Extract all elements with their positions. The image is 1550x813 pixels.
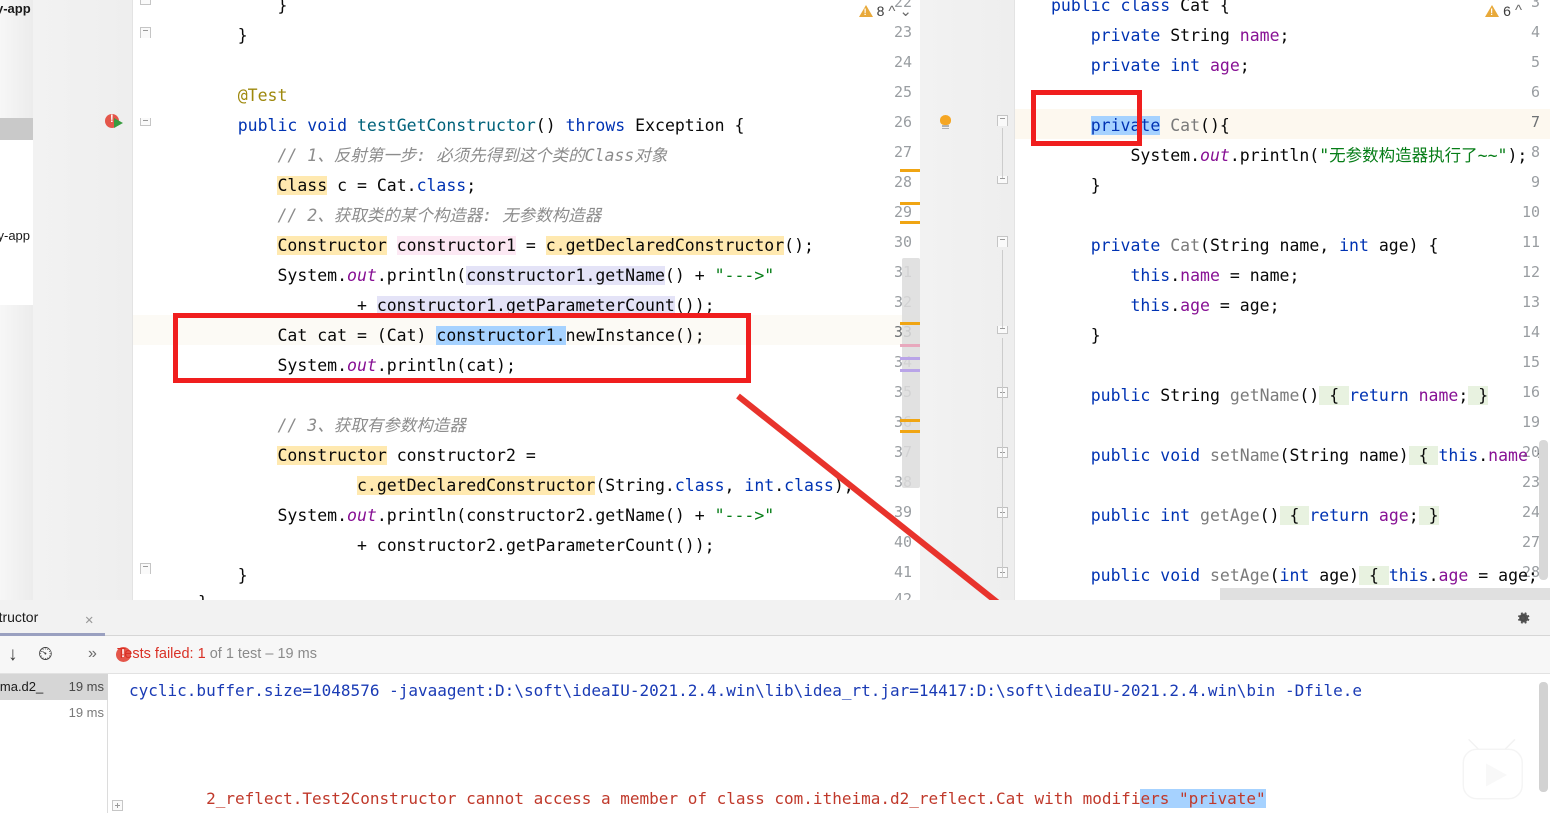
editor-cat-java[interactable]: 3 4 5 6 7 8 9 10 11 12 13 14 15 16 19 20… <box>920 0 1550 600</box>
console-fold-marker[interactable] <box>112 800 123 811</box>
fold-marker[interactable] <box>997 236 1008 247</box>
chevron-up-icon[interactable]: ^ <box>1515 2 1522 19</box>
test-tree-label: ima.d2_ <box>0 679 44 694</box>
scroll-to-end-icon[interactable]: ↓ <box>8 644 18 666</box>
status-duration: 19 ms <box>277 646 317 662</box>
left-code-area[interactable]: } } @Test public void testGetConstructor… <box>133 0 920 600</box>
project-tool-window-sliver[interactable]: y-app cy-app <box>0 0 33 600</box>
sliver-label-bottom: cy-app <box>0 228 31 243</box>
fold-marker[interactable] <box>997 115 1008 126</box>
left-inspection-widget[interactable]: 8 ^ ⌄ <box>858 2 912 20</box>
fold-guide <box>1002 338 1003 578</box>
annotation-box-private-keyword <box>1031 90 1142 146</box>
warning-count: 8 <box>876 3 885 19</box>
lightbulb-icon[interactable] <box>940 115 951 129</box>
test-tree-duration: 19 ms <box>68 679 104 694</box>
console-error-prefix: 2_reflect.Test2Constructor cannot access… <box>206 789 1141 808</box>
status-count: 1 <box>197 646 206 662</box>
test-tree-row[interactable]: ima.d2_ 19 ms <box>0 674 108 700</box>
console-line: 2_reflect.Test2Constructor cannot access… <box>129 770 1266 813</box>
console-line: cyclic.buffer.size=1048576 -javaagent:D:… <box>129 681 1362 700</box>
warning-count: 6 <box>1503 2 1511 19</box>
more-options-icon[interactable]: » <box>88 645 97 663</box>
chevron-up-icon[interactable]: ^ <box>888 3 895 20</box>
right-editor-scrollbar-thumb[interactable] <box>1539 440 1548 580</box>
sliver-selected-row[interactable] <box>0 118 33 140</box>
status-dash: – <box>265 646 274 662</box>
test-results-tree[interactable]: ima.d2_ 19 ms 19 ms <box>0 674 108 813</box>
run-tab-label[interactable]: onstructor <box>0 603 48 636</box>
status-prefix: Tests failed: <box>117 646 194 662</box>
right-inspection-widget[interactable]: 6 ^ <box>1485 2 1522 19</box>
sliver-label-top: y-app <box>0 1 31 16</box>
test-tree-row[interactable]: 19 ms <box>0 700 108 726</box>
run-test-error-icon[interactable] <box>105 113 123 130</box>
test-tree-duration: 19 ms <box>68 705 104 720</box>
annotation-box-newinstance <box>173 313 751 383</box>
editor-scrollbar-thumb[interactable] <box>902 258 920 488</box>
console-error-selection: ers "private" <box>1140 789 1266 808</box>
clock-search-icon[interactable]: ⏲ <box>38 644 53 666</box>
close-icon[interactable]: ✕ <box>85 612 93 628</box>
ide-window: y-app cy-app 22 23 24 25 26 27 28 29 30 … <box>0 0 1550 813</box>
gear-icon[interactable] <box>1514 609 1532 627</box>
chevron-down-icon[interactable]: ⌄ <box>899 2 912 20</box>
console-output[interactable]: cyclic.buffer.size=1048576 -javaagent:D:… <box>109 674 1550 813</box>
left-gutter[interactable] <box>33 0 133 600</box>
warning-triangle-icon <box>1485 4 1500 17</box>
editor-test2constructor[interactable]: 22 23 24 25 26 27 28 29 30 31 32 33 34 3… <box>33 0 920 600</box>
sliver-white-area <box>0 140 33 305</box>
run-tool-window[interactable]: onstructor ✕ ↓ ⏲ » Tests failed: 1 of 1 … <box>0 600 1550 813</box>
run-toolbar[interactable]: ↓ ⏲ » Tests failed: 1 of 1 test – 19 ms <box>0 636 1550 674</box>
warning-triangle-icon <box>858 5 873 17</box>
fold-guide <box>1002 128 1003 178</box>
horizontal-scrollbar-thumb[interactable] <box>1220 588 1550 600</box>
bilibili-logo-watermark <box>1462 739 1523 800</box>
status-middle: of 1 test <box>209 646 262 662</box>
test-status-text: Tests failed: 1 of 1 test – 19 ms <box>117 646 317 662</box>
fold-guide <box>1002 250 1003 328</box>
run-tab-bar[interactable]: onstructor ✕ <box>0 600 1550 636</box>
